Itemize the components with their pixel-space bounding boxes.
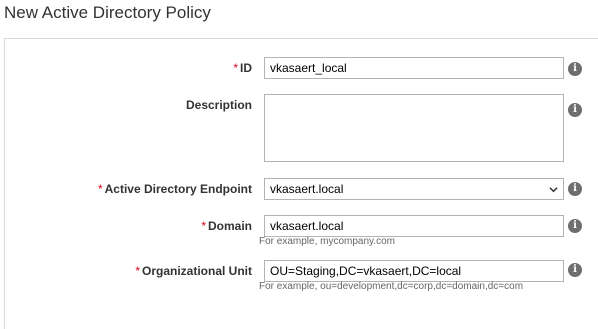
info-icon[interactable]: i	[568, 219, 582, 233]
ou-input[interactable]: OU=Staging,DC=vkasaert,DC=local	[264, 260, 564, 282]
endpoint-select[interactable]: vkasaert.local	[264, 178, 564, 200]
required-marker: *	[233, 61, 238, 75]
required-marker: *	[135, 264, 140, 278]
required-marker: *	[201, 219, 206, 233]
ou-label: * Organizational Unit	[135, 264, 252, 278]
domain-hint: For example, mycompany.com	[259, 236, 395, 247]
id-input[interactable]: vkasaert_local	[264, 57, 564, 79]
description-label: Description	[185, 98, 252, 112]
info-icon[interactable]: i	[568, 182, 582, 196]
endpoint-label: * Active Directory Endpoint	[97, 182, 252, 196]
domain-input[interactable]: vkasaert.local	[264, 215, 564, 237]
endpoint-selected-value: vkasaert.local	[270, 182, 344, 196]
info-icon[interactable]: i	[568, 263, 582, 277]
info-icon[interactable]: i	[568, 103, 582, 117]
page-title: New Active Directory Policy	[4, 3, 211, 22]
chevron-down-icon	[549, 187, 558, 193]
ou-hint: For example, ou=development,dc=corp,dc=d…	[259, 281, 524, 292]
domain-label: * Domain	[201, 219, 252, 233]
required-marker: *	[97, 182, 103, 196]
id-label: * ID	[233, 61, 252, 75]
description-textarea[interactable]	[264, 94, 564, 162]
info-icon[interactable]: i	[568, 62, 582, 76]
